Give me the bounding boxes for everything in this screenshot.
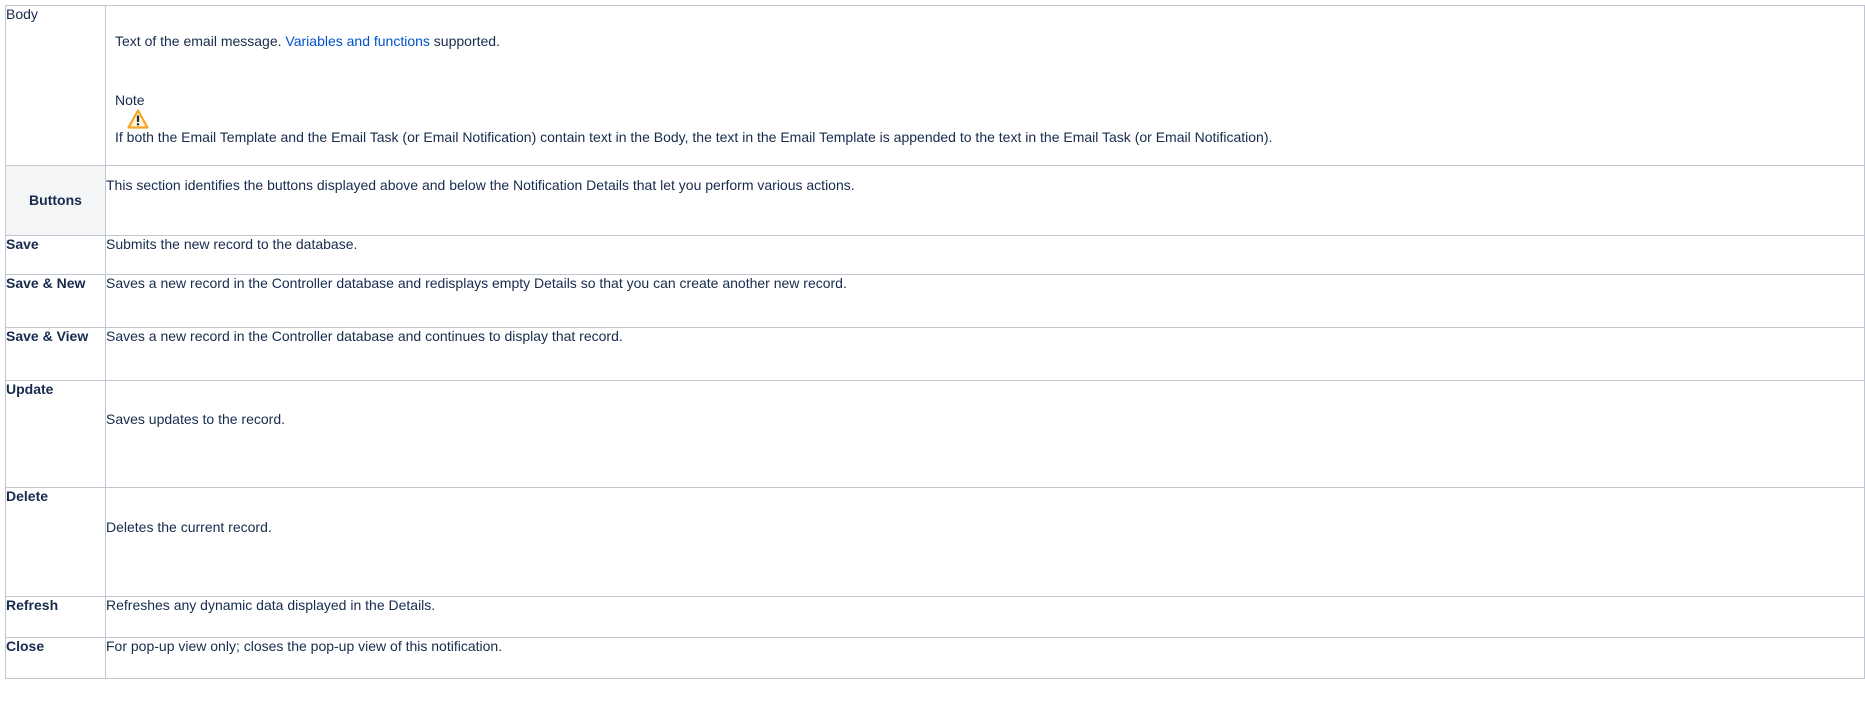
- table-row-update: Update Saves updates to the record.: [5, 380, 1865, 488]
- button-desc-save: Submits the new record to the database.: [105, 235, 1865, 275]
- table-row-delete: Delete Deletes the current record.: [5, 487, 1865, 597]
- table-row-close: Close For pop-up view only; closes the p…: [5, 637, 1865, 679]
- button-desc-close: For pop-up view only; closes the pop-up …: [105, 637, 1865, 679]
- button-label-save-new: Save & New: [5, 274, 106, 328]
- variables-functions-link[interactable]: Variables and functions: [285, 33, 430, 49]
- table-row-save-view: Save & View Saves a new record in the Co…: [5, 327, 1865, 381]
- field-label-body: Body: [5, 5, 106, 166]
- warning-icon: [127, 109, 149, 129]
- field-description-table: Body Text of the email message. Variable…: [5, 5, 1865, 679]
- section-header-buttons: Buttons: [5, 165, 106, 236]
- button-label-save-view: Save & View: [5, 327, 106, 381]
- button-label-update: Update: [5, 380, 106, 488]
- button-label-close: Close: [5, 637, 106, 679]
- button-label-save: Save: [5, 235, 106, 275]
- button-desc-refresh: Refreshes any dynamic data displayed in …: [105, 596, 1865, 638]
- table-row-body: Body Text of the email message. Variable…: [5, 5, 1865, 166]
- field-desc-body: Text of the email message. Variables and…: [105, 5, 1865, 166]
- button-label-refresh: Refresh: [5, 596, 106, 638]
- table-row-buttons: Buttons This section identifies the butt…: [5, 165, 1865, 236]
- button-desc-save-new: Saves a new record in the Controller dat…: [105, 274, 1865, 328]
- button-label-delete: Delete: [5, 487, 106, 597]
- section-desc-buttons: This section identifies the buttons disp…: [105, 165, 1865, 236]
- table-row-save: Save Submits the new record to the datab…: [5, 235, 1865, 275]
- button-desc-delete: Deletes the current record.: [105, 487, 1865, 597]
- table-row-refresh: Refresh Refreshes any dynamic data displ…: [5, 596, 1865, 638]
- button-desc-update: Saves updates to the record.: [105, 380, 1865, 488]
- table-row-save-new: Save & New Saves a new record in the Con…: [5, 274, 1865, 328]
- note-text: If both the Email Template and the Email…: [115, 129, 1273, 145]
- note-title: Note: [115, 92, 145, 108]
- body-description: Text of the email message. Variables and…: [115, 33, 500, 49]
- button-desc-save-view: Saves a new record in the Controller dat…: [105, 327, 1865, 381]
